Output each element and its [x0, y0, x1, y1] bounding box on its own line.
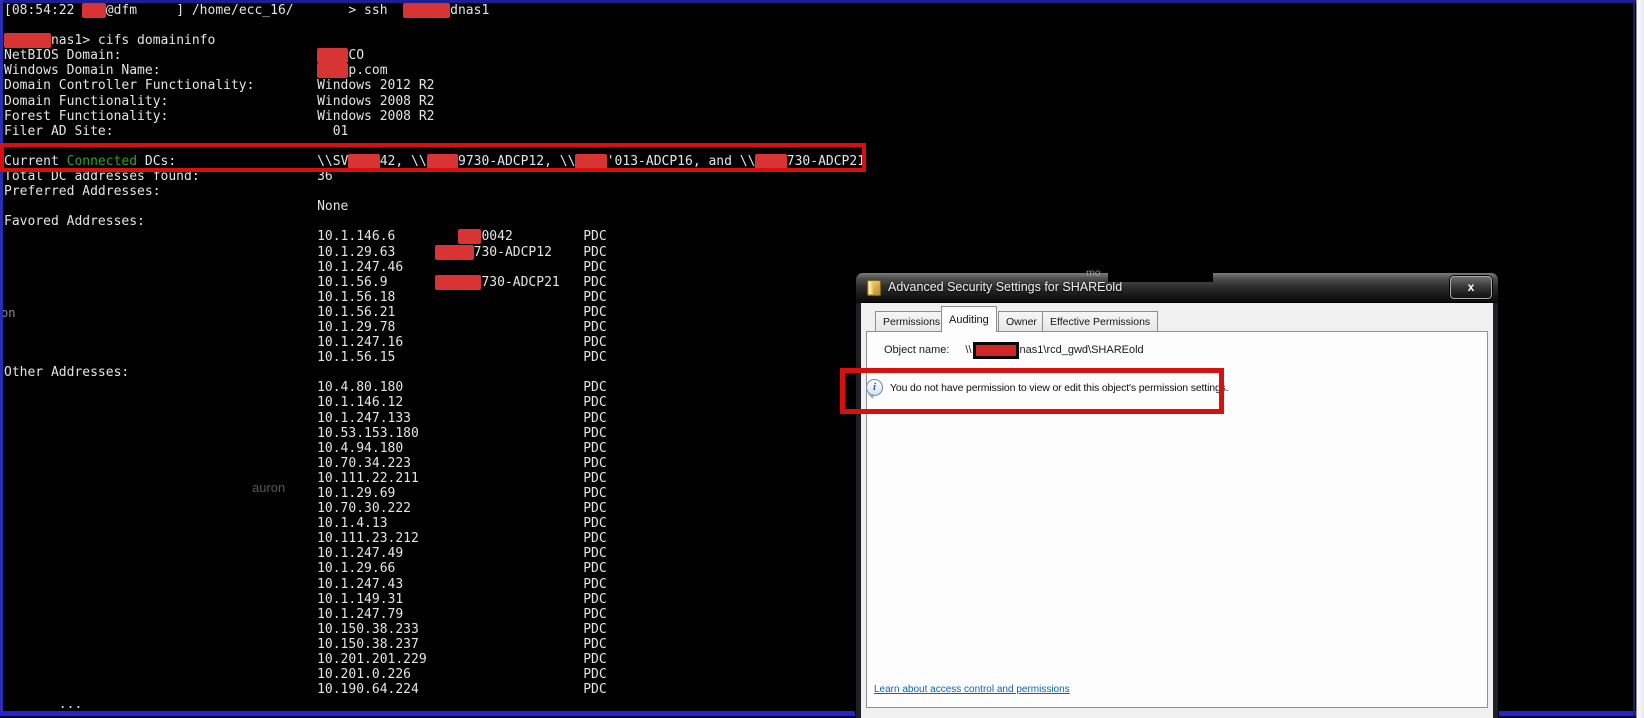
terminal-line: 10.111.22.211 PDC	[317, 470, 607, 486]
terminal-line: 10.4.94.180 PDC	[317, 440, 607, 456]
terminal-line: Favored Addresses:	[4, 214, 145, 230]
terminal-line: Windows Domain Name: p.com	[4, 63, 388, 79]
terminal-border-right	[1633, 0, 1635, 716]
tab-effective-permissions[interactable]: Effective Permissions	[1042, 311, 1159, 331]
tab-permissions[interactable]: Permissions	[875, 311, 949, 331]
terminal-line: Domain Controller Functionality: Windows…	[4, 78, 435, 94]
terminal-line: 10.1.247.43 PDC	[317, 576, 607, 592]
terminal-line: 10.1.247.16 PDC	[317, 335, 607, 351]
screen: [08:54:22 @dfm ] /home/ecc_16/ > ssh dna…	[0, 0, 1644, 718]
terminal-line: None	[317, 199, 349, 215]
terminal-border-left	[0, 0, 3, 712]
redaction-box	[434, 274, 482, 290]
dialog-client-area: Permissions Auditing Owner Effective Per…	[861, 303, 1493, 718]
terminal-line: Preferred Addresses:	[4, 184, 161, 200]
redaction-box	[317, 48, 349, 64]
terminal-line: nas1> cifs domaininfo	[4, 33, 865, 49]
terminal-line: 10.1.247.49 PDC	[317, 546, 607, 562]
terminal-line: 10.111.23.212 PDC	[317, 531, 607, 547]
terminal-line: 10.1.29.63 730-ADCP12 PDC	[317, 244, 607, 260]
terminal-line: 10.1.56.21 PDC	[317, 304, 607, 320]
terminal-line: 10.1.4.13 PDC	[317, 516, 607, 532]
terminal-line: NetBIOS Domain: CO	[4, 48, 365, 64]
close-button[interactable]: x	[1450, 276, 1492, 299]
terminal-line: Forest Functionality: Windows 2008 R2	[4, 108, 435, 124]
redaction-box	[457, 229, 482, 245]
annotation-box-permission-warning	[840, 368, 1224, 414]
terminal-line: 10.1.29.69 PDC	[317, 486, 607, 501]
terminal-line: [08:54:22 @dfm ] /home/ecc_16/ > ssh dna…	[4, 3, 490, 18]
terminal-line: 10.1.56.9 730-ADCP21 PDC	[317, 274, 607, 290]
terminal-line: Other Addresses:	[4, 365, 130, 381]
terminal-line: 10.1.146.6 0042 PDC	[317, 229, 607, 245]
object-name-prefix: \\	[965, 344, 972, 356]
terminal-line: 10.4.80.180 PDC	[317, 380, 607, 396]
annotation-box-connected-dcs	[0, 143, 866, 172]
learn-about-access-control-link[interactable]: Learn about access control and permissio…	[874, 684, 1070, 695]
background-text-fragment: on	[1, 306, 16, 320]
redaction-box	[403, 3, 451, 18]
terminal-line: 10.201.201.229 PDC	[317, 652, 607, 668]
redaction-box	[4, 33, 51, 49]
object-name-label: Object name:	[884, 344, 950, 356]
advanced-security-settings-dialog: Advanced Security Settings for SHAREold …	[856, 273, 1498, 718]
terminal-line: 10.150.38.237 PDC	[317, 636, 607, 652]
tab-auditing[interactable]: Auditing	[941, 306, 997, 332]
terminal-line: 10.70.34.223 PDC	[317, 455, 607, 471]
terminal-border-top	[0, 0, 1636, 3]
terminal-output: [08:54:22 @dfm ] /home/ecc_16/ > ssh dna…	[0, 0, 865, 712]
terminal-line: 10.1.247.133 PDC	[317, 410, 607, 426]
folder-icon	[867, 280, 881, 296]
terminal-line: Filer AD Site: 01	[4, 123, 349, 139]
terminal-line: 10.190.64.224 PDC	[317, 682, 607, 698]
redaction-box-black	[1108, 266, 1213, 282]
terminal-line: 10.1.29.66 PDC	[317, 561, 607, 577]
redaction-box	[317, 63, 349, 79]
redaction-box	[434, 244, 474, 260]
terminal-line: 10.1.247.46 PDC	[317, 259, 607, 275]
background-title-fragment: mo	[1086, 267, 1101, 279]
terminal-line: 10.1.29.78 PDC	[317, 319, 607, 335]
redaction-box	[82, 3, 106, 18]
scrollbar[interactable]	[1636, 0, 1644, 718]
terminal-line: ...	[58, 697, 83, 713]
object-name-value: nas1\rcd_gwd\SHAREold	[1019, 344, 1144, 356]
redaction-box	[972, 341, 1019, 359]
tab-owner[interactable]: Owner	[998, 311, 1045, 331]
terminal-line: 10.1.247.79 PDC	[317, 606, 607, 622]
terminal-line: Domain Functionality: Windows 2008 R2	[4, 93, 435, 109]
terminal-line: 10.53.153.180 PDC	[317, 425, 607, 441]
terminal-line: 10.1.56.18 PDC	[317, 289, 607, 305]
object-name-row: Object name: \\ nas1\rcd_gwd\SHAREold	[884, 341, 1144, 359]
terminal-line: 10.1.149.31 PDC	[317, 591, 607, 607]
background-watermark-fragment: auron	[252, 480, 286, 495]
dialog-title: Advanced Security Settings for SHAREold	[888, 280, 1123, 294]
terminal-line: 10.150.38.233 PDC	[317, 621, 607, 637]
terminal-line: 10.201.0.226 PDC	[317, 667, 607, 683]
terminal-line: 10.1.56.15 PDC	[317, 350, 607, 366]
terminal-line: 10.70.30.222 PDC	[317, 501, 607, 517]
terminal-line: 10.1.146.12 PDC	[317, 395, 607, 411]
